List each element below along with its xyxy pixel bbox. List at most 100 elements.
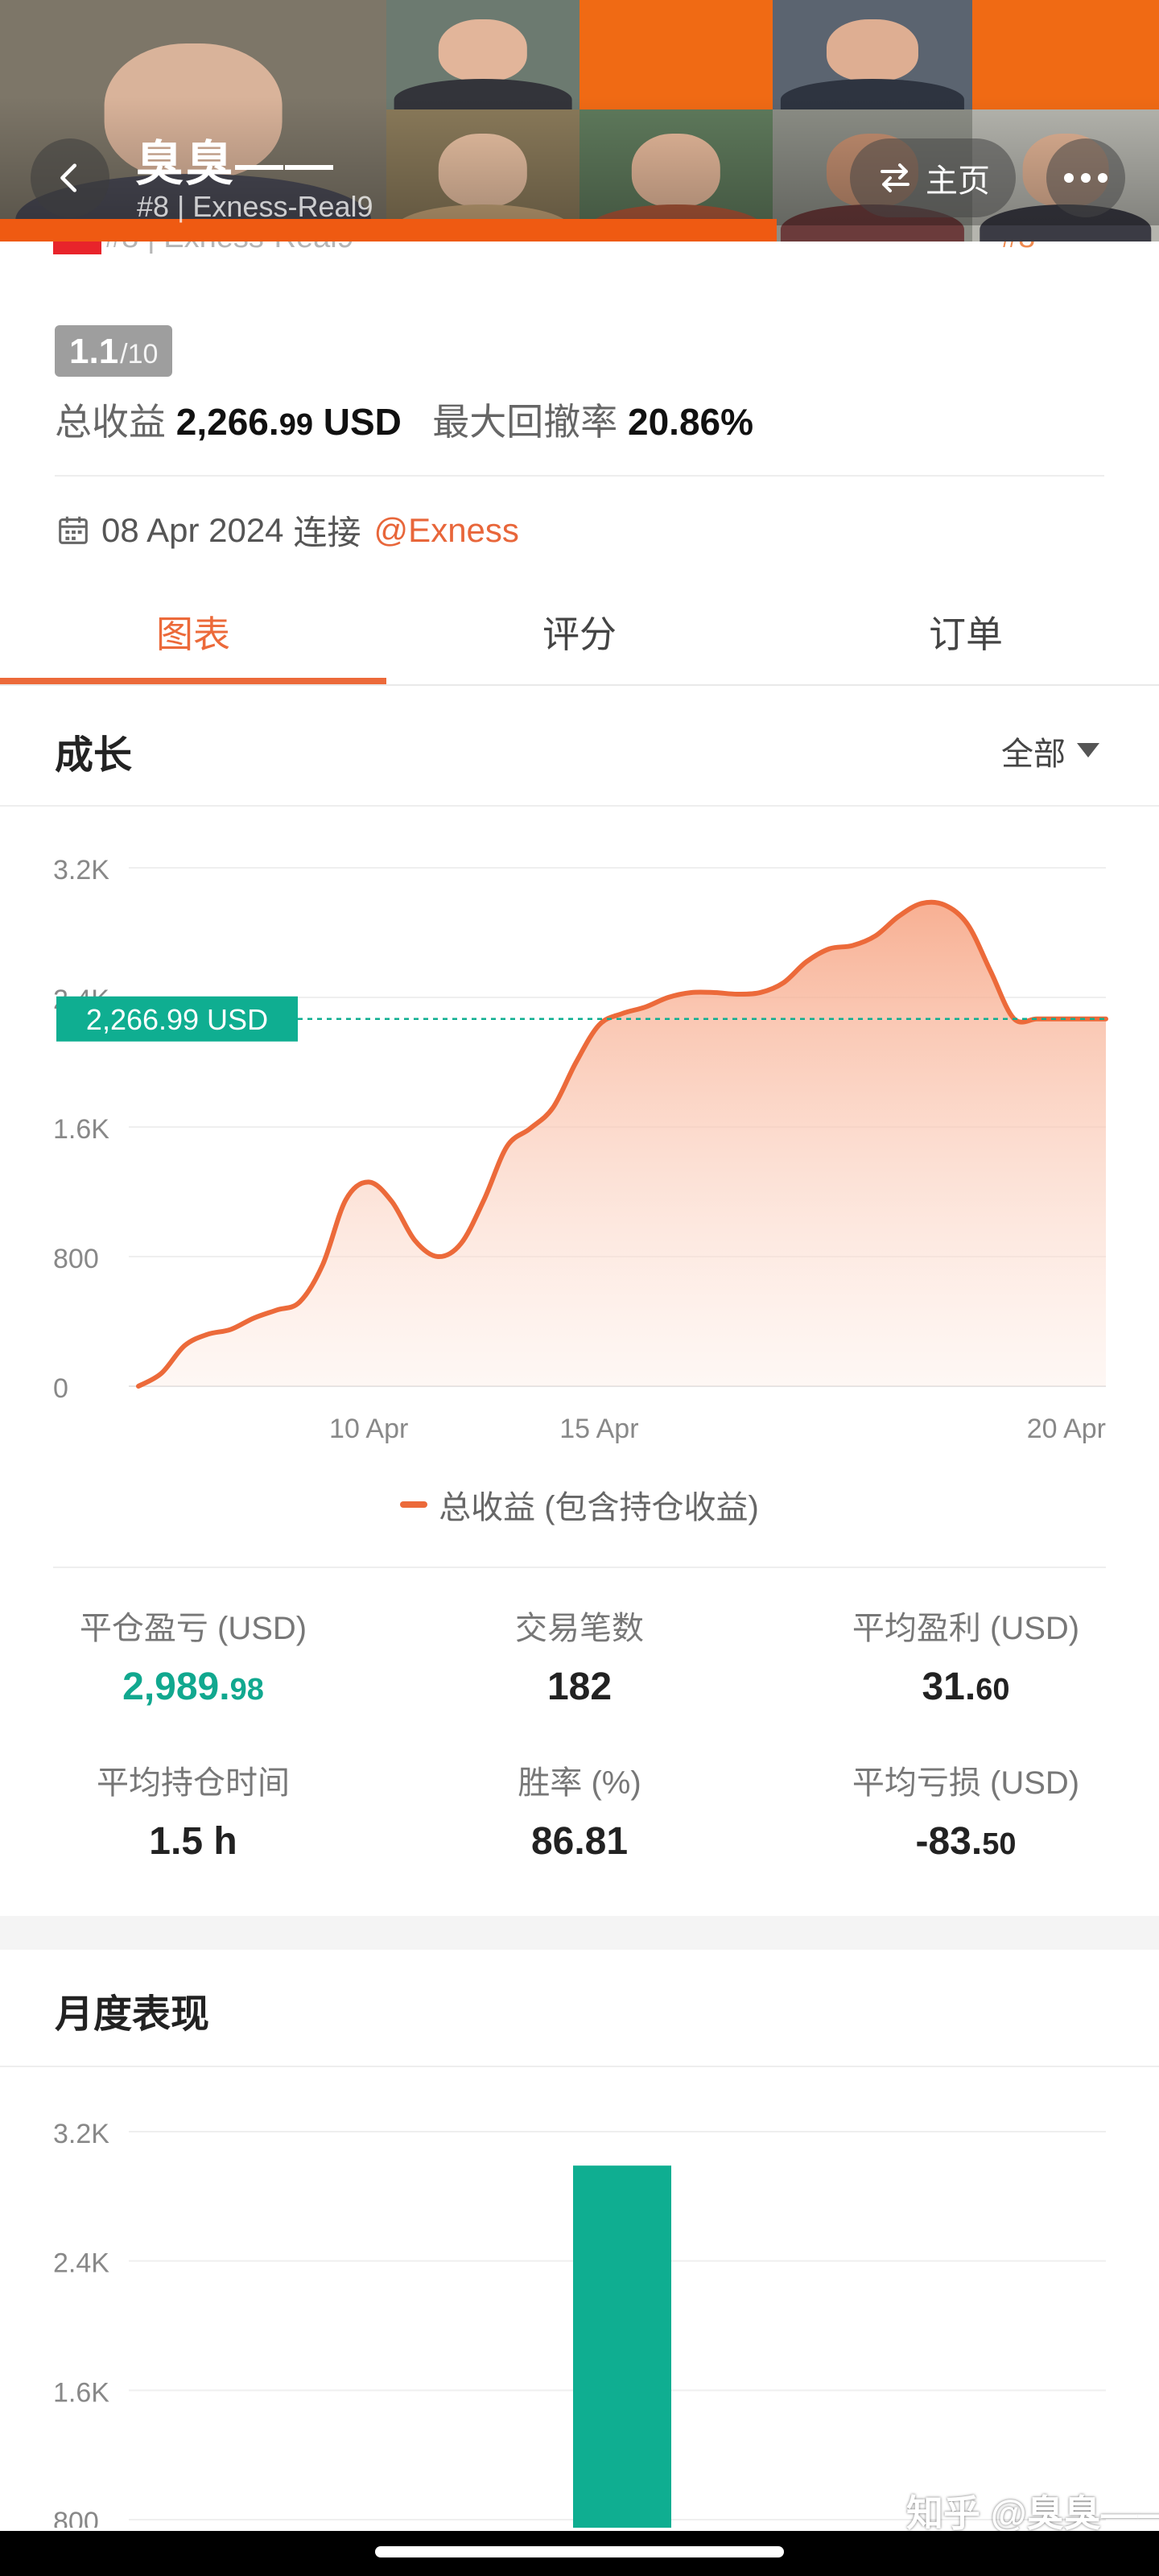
metric-value-main: 31. <box>922 1666 976 1708</box>
metric-value-main: 182 <box>547 1666 612 1708</box>
more-dot <box>1098 173 1107 183</box>
metric-value-main: 2,989. <box>122 1666 230 1708</box>
metric-trade-count: 交易笔数 182 <box>386 1602 773 1709</box>
metric-value-small: 98 <box>229 1673 264 1707</box>
monthly-bar <box>573 2165 671 2528</box>
metric-label: 平仓盈亏 (USD) <box>79 1611 307 1646</box>
monthly-y-tick-label: 1.6K <box>53 2377 109 2408</box>
chevron-left-icon <box>60 163 77 192</box>
score-value: 1.1 <box>69 332 119 371</box>
metric-value: 31.60 <box>773 1665 1159 1709</box>
divider <box>0 805 1159 807</box>
tab-chart[interactable]: 图表 <box>0 580 386 684</box>
avatar-tile <box>580 0 773 109</box>
total-profit-unit: USD <box>323 401 402 443</box>
metric-win-rate: 胜率 (%) 86.81 <box>386 1757 773 1864</box>
range-filter-dropdown[interactable]: 全部 <box>1001 728 1099 774</box>
tab-bar: 图表 评分 订单 <box>0 580 1159 686</box>
avatar-tile <box>386 0 580 109</box>
metric-closed-pnl: 平仓盈亏 (USD) 2,989.98 <box>0 1602 386 1709</box>
metric-label: 平均亏损 (USD) <box>852 1765 1080 1801</box>
growth-x-tick-label: 15 Apr <box>559 1414 638 1444</box>
metric-value-small: 60 <box>975 1673 1010 1707</box>
total-profit-cents: 99 <box>278 408 313 442</box>
caret-down-icon <box>1077 743 1099 758</box>
growth-x-tick-label: 10 Apr <box>329 1414 408 1444</box>
range-filter-label: 全部 <box>1001 737 1066 772</box>
total-profit-main: 2,266. <box>175 401 279 443</box>
tab-rating[interactable]: 评分 <box>386 580 773 684</box>
more-dots-icon <box>1064 173 1074 183</box>
growth-area-fill <box>138 902 1106 1386</box>
scrolled-profile-row: #8 | Exness-Real9 #8 <box>0 242 1159 259</box>
metric-avg-loss: 平均亏损 (USD) -83.50 <box>773 1757 1159 1864</box>
home-button[interactable]: 主页 <box>850 138 1016 217</box>
total-profit-label: 总收益 <box>55 401 166 443</box>
total-profit-value: 2,266.99 USD <box>176 401 402 443</box>
max-drawdown-label: 最大回撤率 <box>432 401 618 443</box>
metric-value: 182 <box>386 1665 773 1709</box>
back-button[interactable] <box>31 138 109 217</box>
watermark: 知乎 @臭臭—— <box>906 2492 1159 2534</box>
metric-label: 平均盈利 (USD) <box>852 1611 1080 1646</box>
score-badge: 1.1/10 <box>55 325 173 377</box>
connection-date: 08 Apr 2024 <box>101 510 284 549</box>
divider <box>0 2066 1159 2067</box>
legend-swatch <box>400 1501 428 1508</box>
calendar-icon <box>59 516 88 544</box>
avatar-tile <box>972 0 1159 109</box>
active-tab-indicator <box>0 678 386 684</box>
header-orange-strip <box>0 219 777 242</box>
divider <box>53 1567 1106 1568</box>
growth-y-tick-label: 0 <box>53 1373 68 1404</box>
trader-name: 臭臭—— <box>135 137 335 191</box>
divider <box>55 475 1104 477</box>
avatar-tile <box>773 0 972 109</box>
swap-icon <box>881 163 909 192</box>
rank-tag <box>53 242 101 254</box>
connected-label: 连接 <box>293 514 361 551</box>
section-separator <box>0 1916 1159 1950</box>
current-value-label: 2,266.99 USD <box>86 1003 268 1036</box>
growth-x-tick-label: 20 Apr <box>1027 1414 1106 1444</box>
metric-avg-profit: 平均盈利 (USD) 31.60 <box>773 1602 1159 1709</box>
growth-y-tick-label: 1.6K <box>53 1114 109 1145</box>
metric-value-main: 86.81 <box>530 1820 629 1863</box>
monthly-y-tick-label: 3.2K <box>53 2119 109 2149</box>
metric-label: 胜率 (%) <box>518 1765 641 1801</box>
metric-value: 86.81 <box>386 1819 773 1864</box>
metric-value-small: 50 <box>982 1827 1017 1861</box>
tab-orders[interactable]: 订单 <box>773 580 1159 684</box>
metric-value: 2,989.98 <box>0 1665 386 1709</box>
score-denominator: /10 <box>120 339 159 369</box>
growth-chart: 08001.6K2.4K3.2K 10 Apr15 Apr20 Apr 2,26… <box>53 855 1108 1444</box>
monthly-performance-title: 月度表现 <box>55 1993 210 2036</box>
monthly-performance-chart: 800 1.6K 2.4K 3.2K <box>53 2119 1106 2528</box>
profit-drawdown-line: 总收益 2,266.99 USD 最大回撤率 20.86% <box>55 393 753 446</box>
metric-value-main: -83. <box>915 1820 983 1863</box>
growth-y-tick-label: 800 <box>53 1244 99 1274</box>
metric-value: 1.5 h <box>0 1819 386 1864</box>
broker-link[interactable]: @Exness <box>374 511 519 550</box>
home-button-label: 主页 <box>926 163 990 199</box>
growth-title: 成长 <box>55 734 133 777</box>
metric-avg-holding-time: 平均持仓时间 1.5 h <box>0 1757 386 1864</box>
scrolled-rank-text: #8 <box>1001 242 1035 255</box>
profile-header: 臭臭—— #8 | Exness-Real9 主页 <box>0 0 1159 242</box>
trade-metrics: 平仓盈亏 (USD) 2,989.98 交易笔数 182 平均盈利 (USD) … <box>0 1602 1159 1892</box>
trader-account: #8 | Exness-Real9 <box>137 190 373 223</box>
more-dot <box>1081 173 1091 183</box>
home-indicator[interactable] <box>375 2546 784 2557</box>
more-button[interactable] <box>1046 138 1125 217</box>
connection-info: 08 Apr 2024 连接 @Exness <box>55 506 519 555</box>
monthly-y-tick-label: 800 <box>53 2507 99 2528</box>
metric-value: -83.50 <box>773 1819 1159 1864</box>
metric-value-main: 1.5 h <box>149 1820 237 1863</box>
monthly-y-tick-label: 2.4K <box>53 2248 109 2279</box>
metric-label: 平均持仓时间 <box>97 1765 290 1801</box>
growth-y-tick-label: 3.2K <box>53 855 109 886</box>
max-drawdown-value: 20.86% <box>628 401 754 443</box>
scrolled-account-text: #8 | Exness-Real9 <box>105 242 354 255</box>
legend-label: 总收益 (包含持仓收益) <box>439 1490 759 1525</box>
growth-legend: 总收益 (包含持仓收益) <box>0 1481 1159 1528</box>
